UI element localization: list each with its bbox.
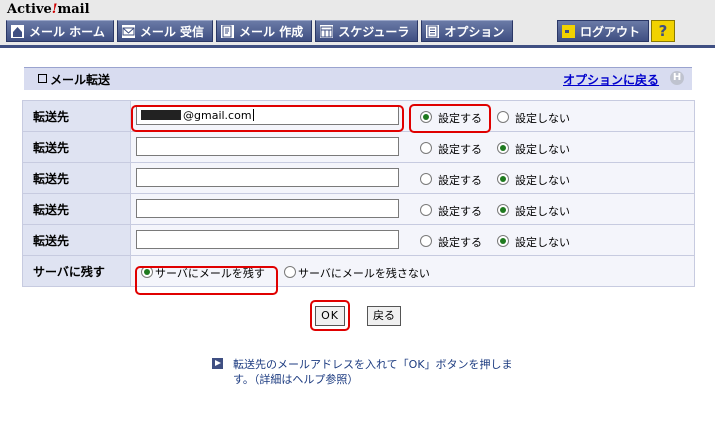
page-title: メール転送 <box>38 71 110 88</box>
option-disable[interactable]: 設定しない <box>497 203 570 219</box>
option-enable[interactable]: 設定する <box>420 172 482 188</box>
nav-options[interactable]: オプション <box>421 20 514 42</box>
ok-button[interactable]: OK <box>315 306 345 326</box>
option-enable[interactable]: 設定する <box>420 234 482 250</box>
help-button[interactable]: ? <box>651 20 675 42</box>
logout-button[interactable]: ログアウト <box>557 20 650 42</box>
table-row: 転送先 設定する 設定しない <box>22 162 695 194</box>
row-label: 転送先 <box>22 162 131 194</box>
forward-address-input[interactable] <box>136 137 399 156</box>
help-h-icon[interactable]: H <box>670 71 684 85</box>
top-toolbar: Active!mail メール ホーム メール 受信 メール 作成 スケジューラ… <box>0 0 715 48</box>
nav-mail-inbox[interactable]: メール 受信 <box>116 20 214 42</box>
radio-button[interactable] <box>497 235 509 247</box>
nav-mail-home[interactable]: メール ホーム <box>6 20 114 42</box>
help-note: 転送先のメールアドレスを入れて「OK」ボタンを押します。（詳細はヘルプ参照） <box>233 358 513 386</box>
radio-button[interactable] <box>284 266 296 278</box>
option-disable[interactable]: 設定しない <box>497 234 570 250</box>
highlight-address <box>131 105 404 132</box>
logout-icon <box>562 24 575 38</box>
nav-divider <box>0 45 715 48</box>
radio-button[interactable] <box>420 142 432 154</box>
row-label: 転送先 <box>22 224 131 256</box>
table-row: 転送先 設定する 設定しない <box>22 193 695 225</box>
table-row: サーバに残す サーバにメールを残す サーバにメールを残さない <box>22 255 695 287</box>
radio-button[interactable] <box>420 204 432 216</box>
forward-address-input[interactable] <box>136 230 399 249</box>
option-enable[interactable]: 設定する <box>420 141 482 157</box>
option-not-keep-on-server[interactable]: サーバにメールを残さない <box>284 265 430 281</box>
home-icon <box>11 24 24 38</box>
table-row: 転送先 設定する 設定しない <box>22 224 695 256</box>
row-label: 転送先 <box>22 100 131 132</box>
radio-button[interactable] <box>497 142 509 154</box>
options-icon <box>426 24 440 38</box>
highlight-enable <box>409 104 491 133</box>
main-nav: メール ホーム メール 受信 メール 作成 スケジューラ オプション <box>6 20 516 44</box>
nav-scheduler[interactable]: スケジューラ <box>315 20 419 42</box>
highlight-keep-on-server <box>135 266 278 295</box>
back-to-options-link[interactable]: オプションに戻る <box>563 71 659 88</box>
row-label: 転送先 <box>22 193 131 225</box>
forward-address-input[interactable] <box>136 168 399 187</box>
option-disable[interactable]: 設定しない <box>497 172 570 188</box>
section-header: メール転送 オプションに戻る H <box>24 67 692 90</box>
table-row: 転送先 設定する 設定しない <box>22 131 695 163</box>
radio-button[interactable] <box>497 204 509 216</box>
radio-button[interactable] <box>497 173 509 185</box>
radio-button[interactable] <box>497 111 509 123</box>
forward-address-input[interactable] <box>136 199 399 218</box>
option-disable[interactable]: 設定しない <box>497 110 570 126</box>
back-button[interactable]: 戻る <box>367 306 401 326</box>
calendar-icon <box>320 24 334 38</box>
bullet-square-icon <box>38 74 47 83</box>
option-enable[interactable]: 設定する <box>420 203 482 219</box>
option-disable[interactable]: 設定しない <box>497 141 570 157</box>
row-label: サーバに残す <box>22 255 131 287</box>
row-label: 転送先 <box>22 131 131 163</box>
compose-icon <box>221 24 235 38</box>
radio-button[interactable] <box>420 173 432 185</box>
nav-mail-compose[interactable]: メール 作成 <box>216 20 313 42</box>
arrow-right-icon <box>212 358 223 369</box>
radio-button[interactable] <box>420 235 432 247</box>
envelope-icon <box>121 24 135 38</box>
app-logo: Active!mail <box>7 2 90 17</box>
